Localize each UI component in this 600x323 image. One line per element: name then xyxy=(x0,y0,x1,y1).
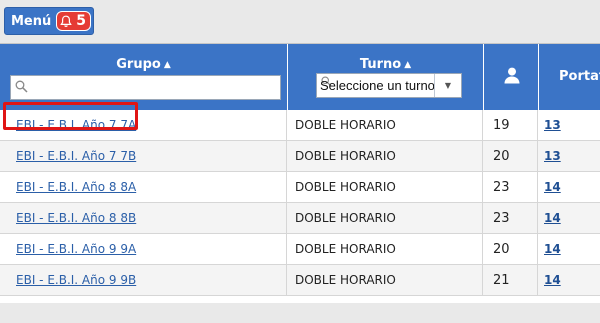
grupo-link[interactable]: EBI - E.B.I. Año 9 9A xyxy=(16,242,136,256)
column-label-portafolio: Portafo xyxy=(559,69,600,84)
column-label-turno: Turno xyxy=(359,57,402,72)
grupo-link[interactable]: EBI - E.B.I. Año 7 7B xyxy=(16,149,136,163)
sort-icon[interactable]: ▲︎ xyxy=(164,60,171,70)
turno-select-value: Seleccione un turno xyxy=(320,78,435,93)
table-row: EBI - E.B.I. Año 8 8A DOBLE HORARIO 23 1… xyxy=(0,172,600,203)
table-row: EBI - E.B.I. Año 9 9B DOBLE HORARIO 21 1… xyxy=(0,265,600,296)
search-icon xyxy=(15,80,28,93)
turno-cell: DOBLE HORARIO xyxy=(287,172,483,203)
user-icon xyxy=(504,67,520,84)
column-header-portafolio[interactable]: Portafo xyxy=(539,44,600,110)
menu-button[interactable]: Menú 5 xyxy=(4,7,94,35)
student-count: 23 xyxy=(483,203,538,234)
student-count: 23 xyxy=(483,172,538,203)
page-background-strip xyxy=(0,303,600,323)
student-count: 21 xyxy=(483,265,538,296)
portafolio-link[interactable]: 14 xyxy=(544,180,561,194)
notification-badge[interactable]: 5 xyxy=(56,11,92,31)
turno-cell: DOBLE HORARIO xyxy=(287,141,483,172)
grupo-link[interactable]: EBI - E.B.I. Año 7 7A xyxy=(16,118,136,132)
table-row: EBI - E.B.I. Año 7 7A DOBLE HORARIO 19 1… xyxy=(0,110,600,141)
student-count: 19 xyxy=(483,110,538,141)
portafolio-link[interactable]: 13 xyxy=(544,149,561,163)
grupo-link[interactable]: EBI - E.B.I. Año 9 9B xyxy=(16,273,136,287)
column-header-alumnos[interactable] xyxy=(484,44,539,110)
table-row: EBI - E.B.I. Año 9 9A DOBLE HORARIO 20 1… xyxy=(0,234,600,265)
column-header-grupo[interactable]: Grupo ▲︎ xyxy=(0,44,288,110)
grupo-search-field[interactable] xyxy=(10,75,281,100)
turno-cell: DOBLE HORARIO xyxy=(287,265,483,296)
table-row: EBI - E.B.I. Año 7 7B DOBLE HORARIO 20 1… xyxy=(0,141,600,172)
groups-table: Grupo▲︎ Turno▲︎ Portafo xyxy=(0,43,600,304)
grupo-link[interactable]: EBI - E.B.I. Año 8 8A xyxy=(16,180,136,194)
notification-count: 5 xyxy=(76,13,87,29)
portafolio-link[interactable]: 13 xyxy=(544,118,561,132)
turno-cell: DOBLE HORARIO xyxy=(287,110,483,141)
table-row: EBI - E.B.I. Año 8 8B DOBLE HORARIO 23 1… xyxy=(0,203,600,234)
sort-icon[interactable]: ▲︎ xyxy=(404,60,411,70)
turno-cell: DOBLE HORARIO xyxy=(287,234,483,265)
portafolio-link[interactable]: 14 xyxy=(544,273,561,287)
portafolio-link[interactable]: 14 xyxy=(544,242,561,256)
table-header: Grupo▲︎ Turno▲︎ Portafo xyxy=(0,44,600,110)
turno-cell: DOBLE HORARIO xyxy=(287,203,483,234)
turno-select[interactable]: Seleccione un turno ▼ xyxy=(316,73,462,98)
column-label-grupo: Grupo xyxy=(116,57,161,72)
student-count: 20 xyxy=(483,234,538,265)
bell-icon xyxy=(60,15,73,27)
grupo-link[interactable]: EBI - E.B.I. Año 8 8B xyxy=(16,211,136,225)
grupo-search-input[interactable] xyxy=(31,78,275,98)
student-count: 20 xyxy=(483,141,538,172)
chevron-down-icon[interactable]: ▼ xyxy=(434,74,461,97)
menu-label: Menú xyxy=(11,13,52,29)
portafolio-link[interactable]: 14 xyxy=(544,211,561,225)
